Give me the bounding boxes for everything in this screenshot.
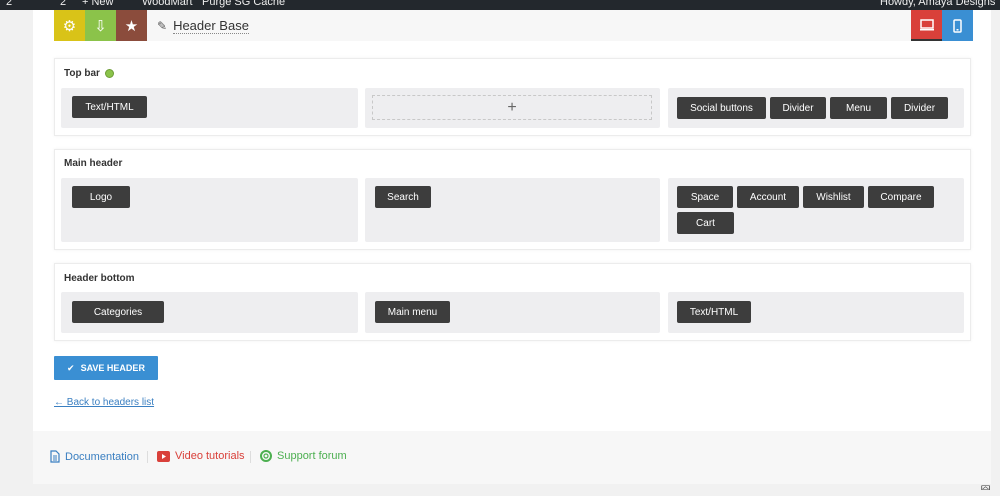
woodmart-link[interactable]: WoodMart xyxy=(142,0,193,8)
star-icon: ★ xyxy=(124,17,139,35)
header-bottom-center-column: Main menu xyxy=(365,292,660,333)
documentation-label: Documentation xyxy=(65,450,139,463)
header-bottom-left-column: Categories xyxy=(61,292,358,333)
element-search[interactable]: Search xyxy=(375,186,431,208)
element-wishlist[interactable]: Wishlist xyxy=(803,186,864,208)
top-bar-center-column: + xyxy=(365,88,660,128)
top-bar-right-column: Social buttons Divider Menu Divider xyxy=(668,88,964,128)
element-logo[interactable]: Logo xyxy=(72,186,130,208)
header-title[interactable]: Header Base xyxy=(173,18,249,34)
desktop-view-button[interactable] xyxy=(911,10,942,41)
element-divider[interactable]: Divider xyxy=(891,97,948,119)
desktop-icon xyxy=(919,18,934,30)
document-icon xyxy=(50,450,60,463)
element-social-buttons[interactable]: Social buttons xyxy=(677,97,766,119)
plus-icon: + xyxy=(507,98,517,116)
footer-links: Documentation Video tutorials Support fo… xyxy=(33,431,991,484)
purge-cache-link[interactable]: Purge SG Cache xyxy=(202,0,285,8)
admin-bar: 2 2 + New WoodMart Purge SG Cache Howdy,… xyxy=(0,0,1000,10)
element-main-menu[interactable]: Main menu xyxy=(375,301,450,323)
video-tutorials-link[interactable]: Video tutorials xyxy=(157,450,245,462)
section-title: Top bar xyxy=(64,68,114,79)
main-header-right-column: Space Account Wishlist Compare Cart xyxy=(668,178,964,242)
new-link[interactable]: + New xyxy=(82,0,114,8)
header-toolbar: ⚙ ⇩ ★ ✎ Header Base xyxy=(54,10,973,41)
divider xyxy=(250,451,251,463)
top-bar-title: Top bar xyxy=(64,68,100,79)
header-bottom-section: Header bottom Categories Main menu Text/… xyxy=(54,263,971,341)
top-bar-left-column: Text/HTML xyxy=(61,88,358,128)
save-header-label: SAVE HEADER xyxy=(80,363,145,373)
element-cart[interactable]: Cart xyxy=(677,212,734,234)
download-icon: ⇩ xyxy=(94,17,107,35)
support-forum-link[interactable]: Support forum xyxy=(260,450,347,462)
mobile-view-button[interactable] xyxy=(942,10,973,41)
check-icon: ✔ xyxy=(67,362,75,373)
comments-count[interactable]: 2 xyxy=(60,0,66,8)
element-categories[interactable]: Categories xyxy=(72,301,164,323)
howdy-user[interactable]: Howdy, Amaya Designs xyxy=(880,0,995,8)
video-icon xyxy=(157,450,170,462)
main-header-center-column: Search xyxy=(365,178,660,242)
divider xyxy=(147,451,148,463)
element-divider[interactable]: Divider xyxy=(770,97,826,119)
element-text-html[interactable]: Text/HTML xyxy=(72,96,147,118)
header-builder-panel: ⚙ ⇩ ★ ✎ Header Base Top bar Text/HTML + … xyxy=(33,10,991,484)
favorite-button[interactable]: ★ xyxy=(116,10,147,41)
back-to-headers-link[interactable]: ← Back to headers list xyxy=(54,397,154,408)
save-header-button[interactable]: ✔ SAVE HEADER xyxy=(54,356,158,380)
pencil-icon: ✎ xyxy=(157,19,168,33)
element-account[interactable]: Account xyxy=(737,186,799,208)
mobile-icon xyxy=(953,18,962,33)
element-text-html[interactable]: Text/HTML xyxy=(677,301,751,323)
mouse-cursor-icon: ⮹ xyxy=(980,480,992,496)
add-element-zone[interactable]: + xyxy=(372,95,652,120)
top-bar-section: Top bar Text/HTML + Social buttons Divid… xyxy=(54,58,971,136)
element-menu[interactable]: Menu xyxy=(830,97,887,119)
header-name[interactable]: ✎ Header Base xyxy=(157,17,249,35)
updates-count[interactable]: 2 xyxy=(6,0,12,8)
documentation-link[interactable]: Documentation xyxy=(50,450,139,463)
element-compare[interactable]: Compare xyxy=(868,186,934,208)
status-dot-icon xyxy=(104,69,114,78)
main-header-section: Main header Logo Search Space Account Wi… xyxy=(54,149,971,250)
settings-button[interactable]: ⚙ xyxy=(54,10,85,41)
element-space[interactable]: Space xyxy=(677,186,733,208)
support-forum-label: Support forum xyxy=(277,450,347,462)
import-button[interactable]: ⇩ xyxy=(85,10,116,41)
section-title: Header bottom xyxy=(64,273,135,284)
section-title: Main header xyxy=(64,158,123,169)
header-bottom-right-column: Text/HTML xyxy=(668,292,964,333)
video-tutorials-label: Video tutorials xyxy=(175,450,245,462)
lifebuoy-icon xyxy=(260,450,272,462)
main-header-left-column: Logo xyxy=(61,178,358,242)
gear-icon: ⚙ xyxy=(62,17,77,35)
